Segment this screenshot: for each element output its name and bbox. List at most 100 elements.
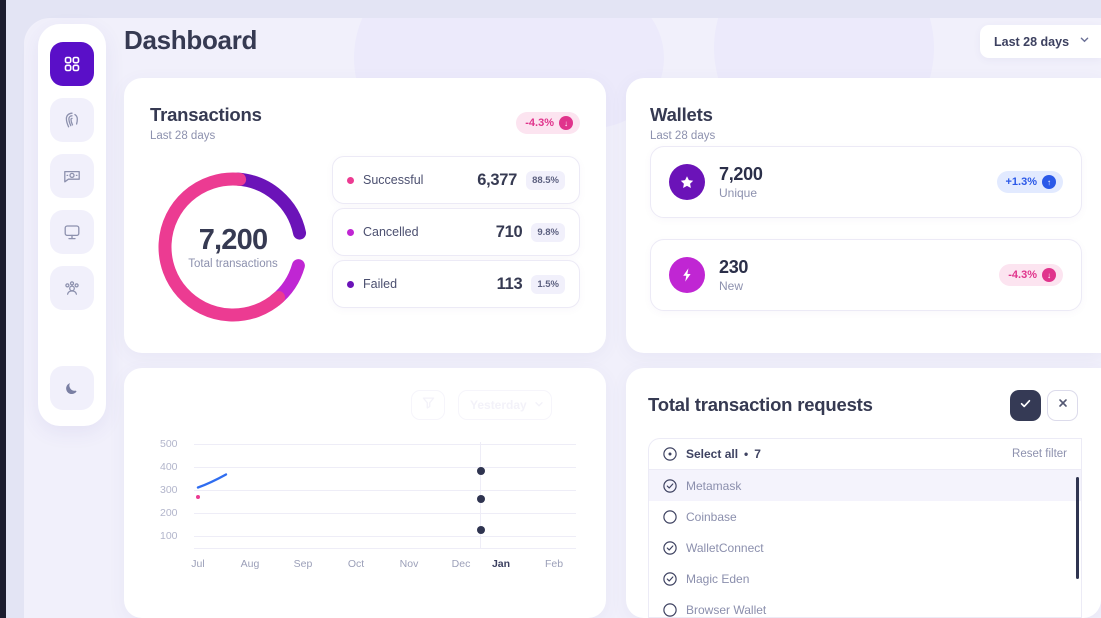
moon-icon <box>63 379 81 397</box>
y-tick-label: 200 <box>160 507 178 519</box>
legend-label: Failed <box>363 277 398 291</box>
transactions-title: Transactions <box>150 104 262 125</box>
radio-partial-icon[interactable] <box>663 447 677 461</box>
list-item-label: Browser Wallet <box>686 602 767 617</box>
wallet-sub-label: New <box>719 279 744 293</box>
wallet-row-new[interactable]: 230 New -4.3% ↓ <box>650 239 1082 311</box>
requests-list: Select all • 7 Reset filter Metamask Coi… <box>648 438 1082 618</box>
donut-total-label: Total transactions <box>188 258 278 270</box>
wallet-row-unique[interactable]: 7,200 Unique +1.3% ↑ <box>650 146 1082 218</box>
select-all-label: Select all <box>686 447 739 461</box>
chart-period-value: Yesterday <box>470 398 527 412</box>
data-point[interactable] <box>477 526 485 534</box>
x-tick-label: Dec <box>451 558 471 570</box>
close-icon <box>1056 396 1070 415</box>
wallet-value: 230 <box>719 257 749 277</box>
legend-value: 113 <box>496 274 523 293</box>
status-badge: -4.3% ↓ <box>516 112 580 134</box>
arrow-down-icon: ↓ <box>559 116 573 130</box>
list-item-label: Magic Eden <box>686 571 750 586</box>
reset-filter-link[interactable]: Reset filter <box>1012 448 1067 460</box>
star-icon <box>669 164 705 200</box>
sidebar-item-devices[interactable] <box>50 210 94 254</box>
origin-marker-dot <box>196 495 200 499</box>
requests-title: Total transaction requests <box>648 394 873 415</box>
legend-value: 710 <box>495 222 523 241</box>
select-all-row[interactable]: Select all • 7 Reset filter <box>649 439 1081 470</box>
status-badge: -4.3% ↓ <box>999 264 1063 286</box>
list-item[interactable]: Browser Wallet <box>649 594 1081 617</box>
dismiss-button[interactable] <box>1047 390 1078 421</box>
donut-total-value: 7,200 <box>198 224 268 256</box>
x-tick-label-current: Jan <box>491 558 511 570</box>
arrow-up-icon: ↑ <box>1042 175 1056 189</box>
legend-row-cancelled[interactable]: Cancelled 710 9.8% <box>332 208 580 256</box>
timeline-plot: 500 400 300 200 100 Jul Aug Sep Oct Nov … <box>160 436 576 570</box>
grid-icon <box>62 54 82 74</box>
dark-mode-toggle[interactable] <box>50 366 94 410</box>
list-item[interactable]: Metamask <box>649 470 1081 501</box>
transactions-timeline-card: Yesterday 500 400 300 200 100 Jul Aug Se… <box>124 368 606 618</box>
legend-percent: 1.5% <box>531 274 565 294</box>
check-icon <box>1018 396 1033 416</box>
sidebar-item-dashboard[interactable] <box>50 42 94 86</box>
sidebar-item-biometrics[interactable] <box>50 98 94 142</box>
chevron-down-icon <box>1078 33 1091 51</box>
sidebar-item-payments[interactable] <box>50 154 94 198</box>
checkbox-checked-icon[interactable] <box>663 571 677 586</box>
users-group-icon <box>62 278 82 298</box>
legend-row-successful[interactable]: Successful 6,377 88.5% <box>332 156 580 204</box>
legend-label: Successful <box>363 173 424 187</box>
y-tick-label: 300 <box>160 484 178 496</box>
sidebar-item-users[interactable] <box>50 266 94 310</box>
x-tick-label: Sep <box>293 558 313 570</box>
checkbox-unchecked-icon[interactable] <box>663 602 677 617</box>
checkbox-unchecked-icon[interactable] <box>663 509 677 524</box>
card-payment-icon <box>62 166 82 186</box>
legend-percent: 88.5% <box>526 170 565 190</box>
date-range-value: Last 28 days <box>994 34 1070 49</box>
legend-percent: 9.8% <box>531 222 565 242</box>
app-root: Dashboard Last 28 days Transactions Last… <box>0 0 1101 618</box>
x-tick-label: Aug <box>240 558 260 570</box>
filter-button[interactable] <box>411 390 445 420</box>
checkbox-checked-icon[interactable] <box>663 540 677 555</box>
wallet-trend-badge-wrap: -4.3% ↓ <box>999 264 1063 286</box>
confirm-button[interactable] <box>1010 390 1041 421</box>
select-all-count: 7 <box>754 447 761 461</box>
chart-period-dropdown[interactable]: Yesterday <box>458 390 552 420</box>
x-tick-label: Oct <box>347 558 365 570</box>
legend-row-failed[interactable]: Failed 113 1.5% <box>332 260 580 308</box>
data-point[interactable] <box>477 467 485 475</box>
select-all-separator: • <box>744 447 749 461</box>
chevron-down-icon <box>533 398 545 413</box>
y-tick-label: 400 <box>160 461 178 473</box>
y-tick-label: 500 <box>160 438 178 450</box>
data-point[interactable] <box>477 495 485 503</box>
monitor-icon <box>62 222 82 242</box>
legend-dot-icon <box>347 280 354 288</box>
wallets-card: Wallets Last 28 days 7,200 Unique +1.3% … <box>626 78 1101 353</box>
list-item[interactable]: WalletConnect <box>649 532 1081 563</box>
x-tick-label: Jul <box>191 558 205 570</box>
list-item[interactable]: Coinbase <box>649 501 1081 532</box>
legend-dot-icon <box>347 228 354 236</box>
list-item-label: Coinbase <box>686 509 737 524</box>
wallets-title: Wallets <box>650 104 713 125</box>
badge-value: -4.3% <box>1008 269 1037 281</box>
fingerprint-icon <box>62 110 82 130</box>
badge-value: -4.3% <box>525 117 554 129</box>
date-range-select[interactable]: Last 28 days <box>980 25 1101 58</box>
transactions-subtitle: Last 28 days <box>150 130 216 142</box>
funnel-icon <box>421 395 436 415</box>
list-item[interactable]: Magic Eden <box>649 563 1081 594</box>
trend-line-series <box>196 473 228 489</box>
donut-center-label: 7,200 Total transactions <box>154 168 312 326</box>
list-scrollbar[interactable] <box>1076 477 1079 579</box>
list-item-label: Metamask <box>686 478 742 493</box>
transactions-trend-badge-wrap: -4.3% ↓ <box>516 112 580 134</box>
list-item-label: WalletConnect <box>686 540 764 555</box>
wallet-trend-badge-wrap: +1.3% ↑ <box>996 171 1063 193</box>
sidebar <box>38 24 106 426</box>
checkbox-checked-icon[interactable] <box>663 478 677 493</box>
